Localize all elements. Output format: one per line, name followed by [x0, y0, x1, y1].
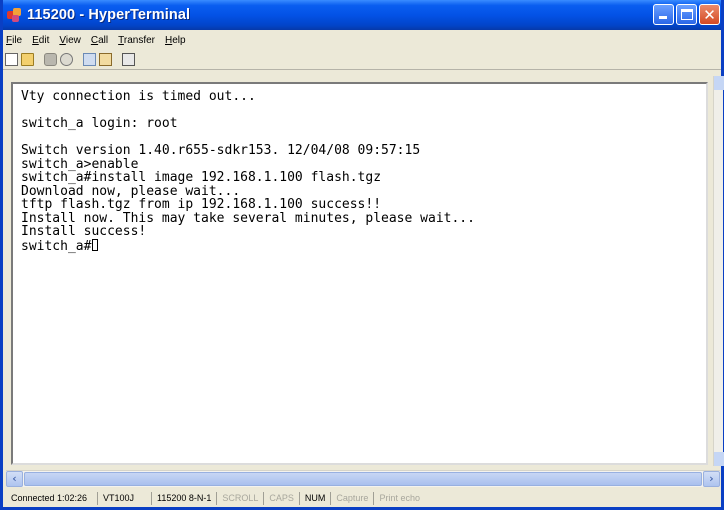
terminal-line: Install success!: [21, 224, 147, 239]
close-icon: ✕: [703, 6, 716, 24]
terminal-line: switch_a#install image 192.168.1.100 fla…: [21, 170, 382, 185]
scroll-down-arrow-icon[interactable]: [714, 452, 724, 466]
status-print-echo: Print echo: [379, 492, 420, 503]
menu-view[interactable]: View: [59, 35, 81, 46]
terminal-line: switch_a>enable: [21, 156, 139, 172]
send-icon[interactable]: [83, 53, 96, 66]
terminal-line: Download now, please wait...: [21, 183, 241, 199]
menu-file[interactable]: File: [6, 35, 22, 46]
window-title: 115200 - HyperTerminal: [27, 7, 191, 23]
menu-transfer[interactable]: Transfer: [118, 35, 155, 46]
vertical-scrollbar[interactable]: [713, 76, 724, 466]
maximize-button[interactable]: [676, 4, 697, 25]
terminal-prompt: switch_a#: [21, 238, 92, 254]
status-emulation: VT100J: [98, 491, 152, 505]
receive-icon[interactable]: [99, 53, 112, 66]
hyperterminal-window: 115200 - HyperTerminal ✕ File Edit View …: [0, 0, 724, 510]
toolbar: [3, 50, 721, 70]
status-num: NUM: [300, 491, 332, 505]
terminal-prompt-line: switch_a#: [21, 238, 700, 254]
text-cursor: [92, 238, 99, 251]
minimize-button[interactable]: [653, 4, 674, 25]
title-bar[interactable]: 115200 - HyperTerminal ✕: [3, 0, 721, 30]
terminal-screen[interactable]: Vty connection is timed out... switch_a …: [21, 90, 700, 457]
disconnect-icon[interactable]: [60, 53, 73, 66]
terminal-line: switch_a login: root: [21, 116, 178, 131]
menu-call[interactable]: Call: [91, 35, 108, 46]
terminal-line: Switch version 1.40.r655-sdkr153. 12/04/…: [21, 143, 421, 158]
window-controls: ✕: [653, 4, 720, 25]
terminal-line: Install now. This may take several minut…: [21, 210, 475, 226]
maximize-icon: [681, 9, 693, 20]
hyperterminal-icon[interactable]: [7, 8, 21, 22]
menu-help[interactable]: Help: [165, 35, 186, 46]
open-icon[interactable]: [21, 53, 34, 66]
connect-icon[interactable]: [44, 53, 57, 66]
properties-icon[interactable]: [122, 53, 135, 66]
scroll-up-arrow-icon[interactable]: [714, 76, 724, 90]
terminal-line: tftp flash.tgz from ip 192.168.1.100 suc…: [21, 197, 382, 212]
status-port-settings: 115200 8-N-1: [152, 491, 218, 505]
terminal-frame: Vty connection is timed out... switch_a …: [11, 82, 708, 465]
status-connected: Connected 1:02:26: [6, 491, 98, 505]
status-capture: Capture: [331, 491, 375, 505]
terminal-line: Vty connection is timed out...: [21, 90, 256, 104]
menu-edit[interactable]: Edit: [32, 35, 49, 46]
status-bar: Connected 1:02:26 VT100J 115200 8-N-1 SC…: [3, 489, 721, 507]
status-caps: CAPS: [264, 491, 300, 505]
new-connection-icon[interactable]: [5, 53, 18, 66]
menu-bar: File Edit View Call Transfer Help: [3, 32, 721, 49]
horizontal-scrollbar[interactable]: ‹ ›: [6, 470, 720, 487]
status-scroll: SCROLL: [217, 491, 265, 505]
horizontal-scroll-thumb[interactable]: [24, 472, 702, 486]
minimize-icon: [659, 16, 667, 19]
scroll-right-arrow-icon[interactable]: ›: [703, 471, 720, 487]
close-button[interactable]: ✕: [699, 4, 720, 25]
scroll-left-arrow-icon[interactable]: ‹: [6, 471, 23, 487]
